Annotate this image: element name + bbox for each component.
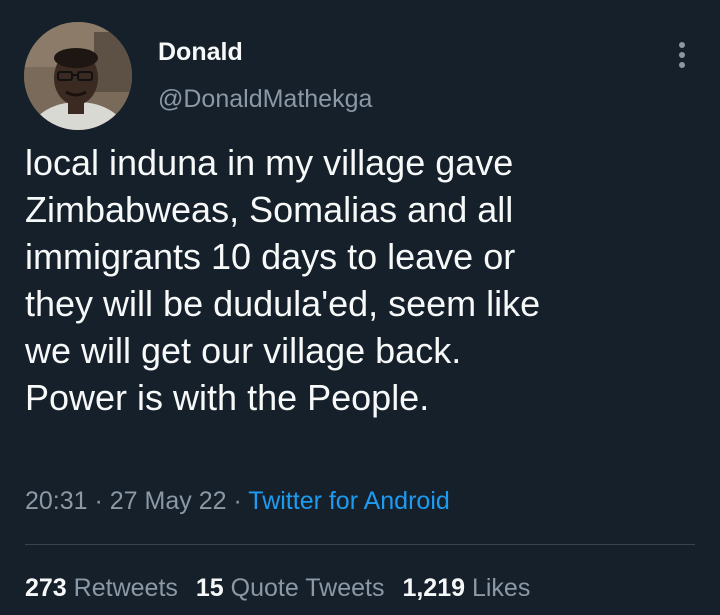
more-vertical-icon — [679, 62, 685, 68]
likes-label: Likes — [471, 574, 531, 602]
avatar-image — [24, 22, 132, 130]
tweet-metadata: 20:31 · 27 May 22 · Twitter for Android — [25, 486, 450, 516]
author-name[interactable]: Donald — [158, 37, 243, 67]
likes-count: 1,219 — [402, 574, 466, 602]
quote-tweets-stat[interactable]: 15 Quote Tweets — [196, 573, 385, 603]
tweet-text-line: Power is with the People. — [25, 377, 430, 418]
tweet-stats: 273 Retweets 15 Quote Tweets 1,219 Likes — [25, 573, 548, 603]
tweet-text-line: local induna in my village gave — [25, 142, 514, 183]
tweet-text: local induna in my village gave Zimbabwe… — [25, 139, 695, 421]
more-vertical-icon — [679, 42, 685, 48]
more-vertical-icon — [679, 52, 685, 58]
tweet-source-link[interactable]: Twitter for Android — [248, 487, 449, 515]
retweets-label: Retweets — [73, 574, 178, 602]
tweet-text-line: we will get our village back. — [25, 330, 462, 371]
author-handle[interactable]: @DonaldMathekga — [158, 84, 372, 114]
tweet-date[interactable]: 27 May 22 — [110, 487, 227, 515]
quote-tweets-count: 15 — [195, 574, 224, 602]
more-options-button[interactable] — [670, 38, 694, 72]
retweets-stat[interactable]: 273 Retweets — [25, 573, 178, 603]
retweets-count: 273 — [25, 574, 67, 602]
tweet-text-line: immigrants 10 days to leave or — [25, 236, 516, 277]
meta-separator: · — [87, 487, 110, 515]
divider — [25, 544, 695, 545]
avatar[interactable] — [24, 22, 132, 130]
likes-stat[interactable]: 1,219 Likes — [402, 573, 530, 603]
tweet-card: Donald @DonaldMathekga local induna in m… — [0, 0, 720, 615]
tweet-text-line: they will be dudula'ed, seem like — [25, 283, 541, 324]
quote-tweets-label: Quote Tweets — [230, 574, 385, 602]
tweet-time[interactable]: 20:31 — [25, 487, 88, 515]
meta-separator: · — [226, 487, 249, 515]
tweet-text-line: Zimbabweas, Somalias and all — [25, 189, 514, 230]
